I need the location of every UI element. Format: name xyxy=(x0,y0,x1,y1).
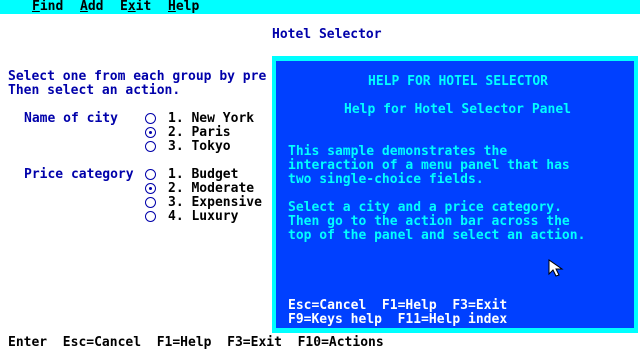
price-field-label: Price category xyxy=(24,167,134,182)
function-key-area: Enter Esc=Cancel F1=Help F3=Exit F10=Act… xyxy=(0,336,640,350)
menu-exit[interactable]: Exit xyxy=(120,0,151,14)
help-text-line: two single-choice fields. xyxy=(288,172,484,187)
instruction-line-1: Select one from each group by pre xyxy=(8,69,267,84)
action-bar: Find Add Exit Help xyxy=(0,0,640,14)
menu-help[interactable]: Help xyxy=(168,0,199,14)
menu-add[interactable]: Add xyxy=(80,0,103,14)
city-radio-tokyo[interactable] xyxy=(145,141,156,152)
city-radio-new-york[interactable] xyxy=(145,113,156,124)
price-radio-moderate[interactable] xyxy=(145,183,156,194)
city-option-label: 1. New York xyxy=(168,111,255,126)
menu-find[interactable]: Find xyxy=(32,0,63,14)
mouse-pointer-icon xyxy=(548,259,564,277)
city-field-label: Name of city xyxy=(24,111,118,126)
price-option-label: 2. Moderate xyxy=(168,181,255,196)
panel-title: Hotel Selector xyxy=(272,27,382,42)
price-option-label: 1. Budget xyxy=(168,167,239,182)
price-radio-luxury[interactable] xyxy=(145,211,156,222)
city-radio-paris[interactable] xyxy=(145,127,156,138)
help-keys-line-2: F9=Keys help F11=Help index xyxy=(288,312,508,327)
city-option-label: 3. Tokyo xyxy=(168,139,231,154)
help-keys-line-1: Esc=Cancel F1=Help F3=Exit xyxy=(288,298,508,313)
help-window: HELP FOR HOTEL SELECTOR Help for Hotel S… xyxy=(272,56,638,333)
price-radio-expensive[interactable] xyxy=(145,197,156,208)
help-text-line: interaction of a menu panel that has xyxy=(288,158,570,173)
price-radio-budget[interactable] xyxy=(145,169,156,180)
help-text-line: top of the panel and select an action. xyxy=(288,228,586,243)
help-text-line: This sample demonstrates the xyxy=(288,144,508,159)
help-text-line: Then go to the action bar across the xyxy=(288,214,570,229)
instruction-line-2: Then select an action. xyxy=(8,83,181,98)
function-keys[interactable]: Enter Esc=Cancel F1=Help F3=Exit F10=Act… xyxy=(8,336,384,350)
price-option-label: 4. Luxury xyxy=(168,209,239,224)
city-option-label: 2. Paris xyxy=(168,125,231,140)
help-subtitle: Help for Hotel Selector Panel xyxy=(344,102,571,117)
price-option-label: 3. Expensive xyxy=(168,195,262,210)
help-text-line: Select a city and a price category. xyxy=(288,200,562,215)
help-title: HELP FOR HOTEL SELECTOR xyxy=(368,74,549,89)
help-window-body: HELP FOR HOTEL SELECTOR Help for Hotel S… xyxy=(276,61,634,328)
